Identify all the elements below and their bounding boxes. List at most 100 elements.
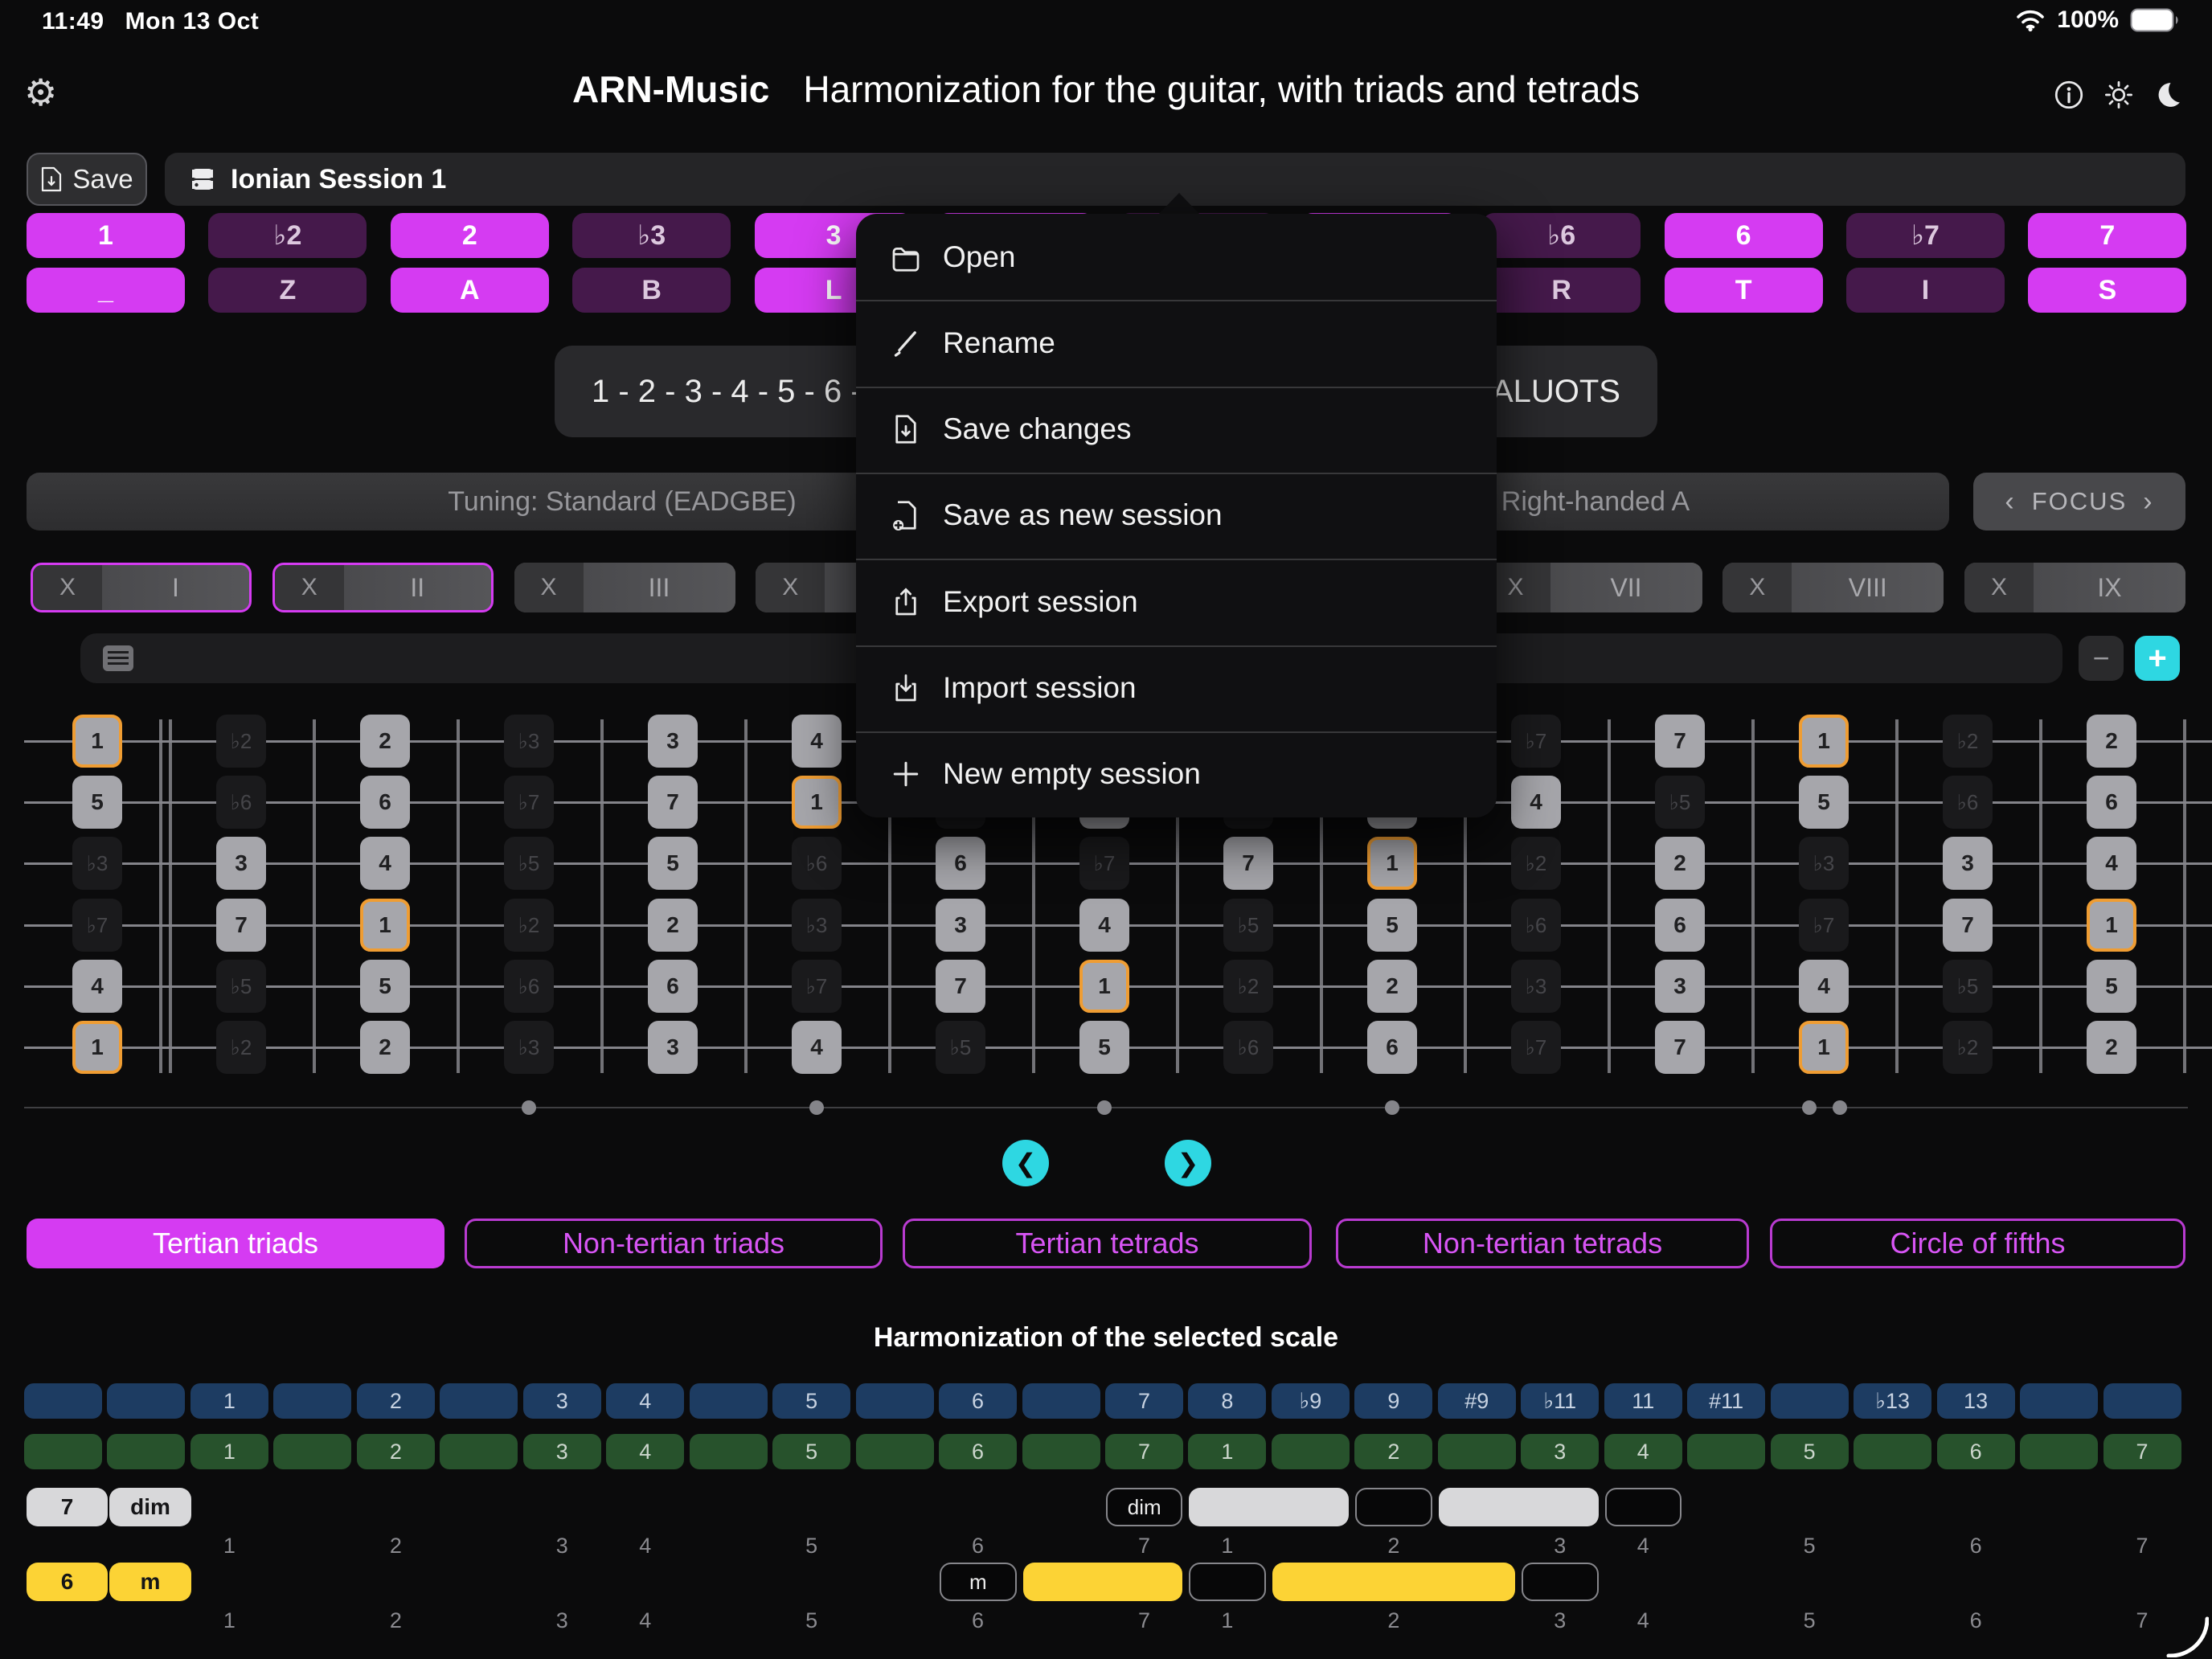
degree-button-4[interactable]: ♭3 bbox=[572, 213, 731, 258]
letter-button-10[interactable]: T bbox=[1665, 268, 1823, 313]
next-position-button[interactable]: ❯ bbox=[1165, 1140, 1211, 1186]
fret-note-chip[interactable]: 6 bbox=[936, 837, 985, 890]
letter-button-4[interactable]: B bbox=[572, 268, 731, 313]
zoom-in-button[interactable]: + bbox=[2135, 636, 2180, 681]
fret-note-chip[interactable]: 4 bbox=[2087, 837, 2136, 890]
fret-note-chip[interactable]: ♭2 bbox=[1223, 960, 1273, 1013]
fret-note-chip[interactable]: 6 bbox=[1655, 899, 1705, 952]
fret-note-chip[interactable]: ♭3 bbox=[1799, 837, 1849, 890]
fret-note-chip[interactable]: 7 bbox=[1655, 715, 1705, 768]
tab-circle-of-fifths[interactable]: Circle of fifths bbox=[1770, 1219, 2185, 1268]
fret-note-chip[interactable]: 5 bbox=[1799, 776, 1849, 829]
fret-note-chip[interactable]: ♭2 bbox=[1943, 1021, 1993, 1074]
close-icon[interactable]: X bbox=[756, 563, 825, 612]
position-chip-III[interactable]: XIII bbox=[514, 563, 735, 612]
prev-position-button[interactable]: ❮ bbox=[1002, 1140, 1049, 1186]
fret-note-chip[interactable]: ♭5 bbox=[1223, 899, 1273, 952]
fret-note-chip[interactable]: 1 bbox=[1367, 837, 1417, 890]
fret-note-chip[interactable]: 7 bbox=[936, 960, 985, 1013]
fret-note-chip[interactable]: 1 bbox=[1079, 960, 1129, 1013]
fret-note-chip[interactable]: 4 bbox=[1511, 776, 1561, 829]
zoom-out-button[interactable]: − bbox=[2079, 636, 2124, 681]
fret-note-chip[interactable]: ♭5 bbox=[216, 960, 266, 1013]
fret-note-chip[interactable]: ♭6 bbox=[1511, 899, 1561, 952]
menu-item-save-changes[interactable]: Save changes bbox=[856, 387, 1497, 473]
letter-button-9[interactable]: R bbox=[1482, 268, 1641, 313]
fret-note-chip[interactable]: ♭7 bbox=[1511, 715, 1561, 768]
menu-item-save-as-new-session[interactable]: Save as new session bbox=[856, 473, 1497, 559]
tab-tertian-triads[interactable]: Tertian triads bbox=[27, 1219, 444, 1268]
position-chip-VII[interactable]: XVII bbox=[1481, 563, 1702, 612]
save-button[interactable]: Save bbox=[27, 153, 147, 206]
fret-note-chip[interactable]: 2 bbox=[1367, 960, 1417, 1013]
fret-note-chip[interactable]: ♭6 bbox=[792, 837, 842, 890]
degree-button-3[interactable]: 2 bbox=[391, 213, 549, 258]
fret-note-chip[interactable]: 6 bbox=[2087, 776, 2136, 829]
info-icon[interactable] bbox=[2053, 79, 2085, 111]
fret-note-chip[interactable]: 4 bbox=[360, 837, 410, 890]
fret-note-chip[interactable]: ♭2 bbox=[216, 715, 266, 768]
fret-note-chip[interactable]: ♭2 bbox=[1511, 837, 1561, 890]
letter-button-1[interactable]: _ bbox=[27, 268, 185, 313]
fret-note-chip[interactable]: 1 bbox=[2087, 899, 2136, 952]
fret-note-chip[interactable]: 2 bbox=[360, 715, 410, 768]
fret-note-chip[interactable]: 1 bbox=[72, 715, 122, 768]
fret-note-chip[interactable]: ♭2 bbox=[1943, 715, 1993, 768]
fret-note-chip[interactable]: ♭2 bbox=[216, 1021, 266, 1074]
fret-note-chip[interactable]: ♭7 bbox=[72, 899, 122, 952]
degree-button-10[interactable]: 6 bbox=[1665, 213, 1823, 258]
fret-note-chip[interactable]: 7 bbox=[1655, 1021, 1705, 1074]
fret-note-chip[interactable]: 6 bbox=[1367, 1021, 1417, 1074]
tab-non-tertian-triads[interactable]: Non-tertian triads bbox=[465, 1219, 883, 1268]
fret-note-chip[interactable]: 3 bbox=[1943, 837, 1993, 890]
fret-note-chip[interactable]: ♭3 bbox=[792, 899, 842, 952]
letter-button-12[interactable]: S bbox=[2028, 268, 2186, 313]
light-mode-icon[interactable] bbox=[2103, 79, 2135, 111]
menu-item-export-session[interactable]: Export session bbox=[856, 559, 1497, 645]
fret-note-chip[interactable]: 5 bbox=[72, 776, 122, 829]
fret-note-chip[interactable]: ♭3 bbox=[504, 715, 554, 768]
degree-button-12[interactable]: 7 bbox=[2028, 213, 2186, 258]
fret-note-chip[interactable]: 1 bbox=[360, 899, 410, 952]
fret-note-chip[interactable]: 3 bbox=[648, 1021, 698, 1074]
fret-note-chip[interactable]: ♭5 bbox=[1655, 776, 1705, 829]
fret-note-chip[interactable]: ♭3 bbox=[1511, 960, 1561, 1013]
fret-note-chip[interactable]: 2 bbox=[360, 1021, 410, 1074]
fret-note-chip[interactable]: 3 bbox=[216, 837, 266, 890]
menu-item-import-session[interactable]: Import session bbox=[856, 645, 1497, 731]
fret-note-chip[interactable]: 4 bbox=[1799, 960, 1849, 1013]
fret-note-chip[interactable]: ♭7 bbox=[1079, 837, 1129, 890]
fret-note-chip[interactable]: 3 bbox=[936, 899, 985, 952]
fret-note-chip[interactable]: 5 bbox=[2087, 960, 2136, 1013]
fret-note-chip[interactable]: 2 bbox=[2087, 1021, 2136, 1074]
close-icon[interactable]: X bbox=[1964, 563, 2034, 612]
fret-note-chip[interactable]: 7 bbox=[216, 899, 266, 952]
position-chip-IX[interactable]: XIX bbox=[1964, 563, 2185, 612]
fret-note-chip[interactable]: 6 bbox=[648, 960, 698, 1013]
position-chip-I[interactable]: XI bbox=[31, 563, 252, 612]
fret-note-chip[interactable]: 6 bbox=[360, 776, 410, 829]
fret-note-chip[interactable]: 1 bbox=[1799, 715, 1849, 768]
focus-button[interactable]: ‹ FOCUS › bbox=[1973, 473, 2185, 530]
degree-button-2[interactable]: ♭2 bbox=[208, 213, 367, 258]
fret-note-chip[interactable]: 5 bbox=[1367, 899, 1417, 952]
degree-button-11[interactable]: ♭7 bbox=[1846, 213, 2005, 258]
letter-button-2[interactable]: Z bbox=[208, 268, 367, 313]
fret-note-chip[interactable]: ♭2 bbox=[504, 899, 554, 952]
focus-prev-icon[interactable]: ‹ bbox=[2005, 486, 2015, 518]
close-icon[interactable]: X bbox=[33, 565, 102, 610]
fret-note-chip[interactable]: 4 bbox=[72, 960, 122, 1013]
fret-note-chip[interactable]: 1 bbox=[1799, 1021, 1849, 1074]
fret-note-chip[interactable]: 7 bbox=[1943, 899, 1993, 952]
fret-note-chip[interactable]: ♭7 bbox=[1511, 1021, 1561, 1074]
letter-button-3[interactable]: A bbox=[391, 268, 549, 313]
fret-note-chip[interactable]: 4 bbox=[1079, 899, 1129, 952]
close-icon[interactable]: X bbox=[275, 565, 344, 610]
fret-note-chip[interactable]: ♭3 bbox=[504, 1021, 554, 1074]
fret-note-chip[interactable]: 1 bbox=[792, 776, 842, 829]
fret-note-chip[interactable]: ♭6 bbox=[1943, 776, 1993, 829]
menu-item-open[interactable]: Open bbox=[856, 214, 1497, 300]
fret-note-chip[interactable]: 7 bbox=[1223, 837, 1273, 890]
fret-note-chip[interactable]: ♭6 bbox=[504, 960, 554, 1013]
degree-button-9[interactable]: ♭6 bbox=[1482, 213, 1641, 258]
